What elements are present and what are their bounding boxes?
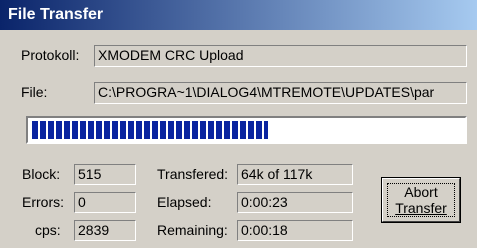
file-transfer-dialog: File Transfer Protokoll: XMODEM CRC Uplo…: [0, 0, 477, 248]
transfered-label: Transfered:: [157, 166, 229, 182]
block-label: Block:: [22, 166, 61, 182]
file-label: File:: [21, 84, 48, 100]
file-path-field: C:\PROGRA~1\DIALOG4\MTREMOTE\UPDATES\par: [94, 82, 467, 104]
remaining-value: 0:00:18: [237, 220, 353, 241]
progress-fill: [32, 121, 268, 139]
errors-value: 0: [74, 192, 136, 213]
remaining-label: Remaining:: [157, 222, 228, 238]
transfer-progress-bar: [26, 116, 467, 144]
cps-label: cps:: [35, 222, 61, 238]
block-value: 515: [74, 164, 136, 185]
abort-button-line2: Transfer: [395, 200, 447, 216]
protocol-field: XMODEM CRC Upload: [94, 45, 467, 67]
protocol-label: Protokoll:: [21, 47, 80, 63]
errors-label: Errors:: [22, 194, 64, 210]
elapsed-value: 0:00:23: [237, 192, 353, 213]
abort-button-line1: Abort: [404, 184, 438, 200]
window-title: File Transfer: [8, 6, 104, 23]
transfered-value: 64k of 117k: [237, 164, 353, 185]
abort-transfer-button[interactable]: Abort Transfer: [381, 177, 461, 223]
title-bar[interactable]: File Transfer: [0, 0, 477, 30]
abort-button-face: Abort Transfer: [387, 183, 455, 217]
cps-value: 2839: [74, 220, 136, 241]
elapsed-label: Elapsed:: [157, 194, 212, 210]
